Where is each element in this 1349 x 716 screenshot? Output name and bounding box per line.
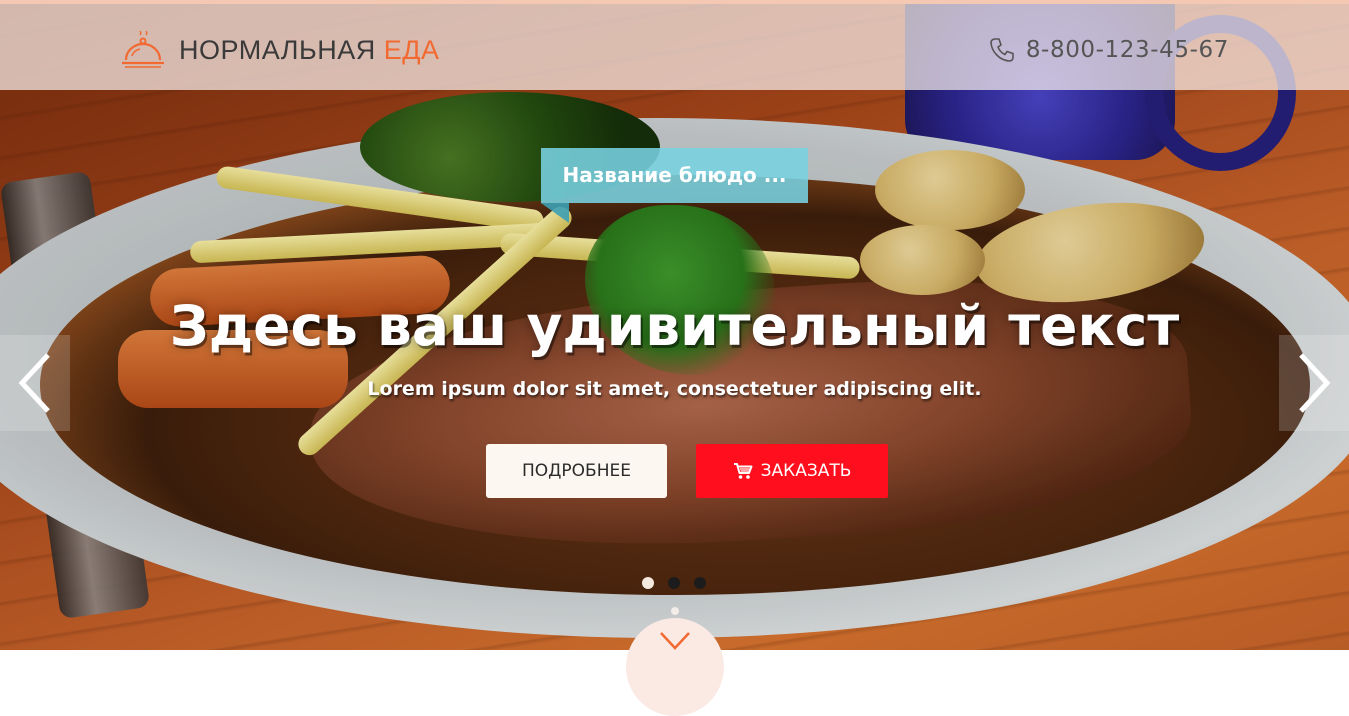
scroll-down-button[interactable] — [626, 618, 724, 716]
chevron-left-icon — [18, 353, 50, 413]
logo-text: НОРМАЛЬНАЯ ЕДА — [179, 30, 440, 70]
carousel-dot-1[interactable] — [642, 577, 654, 589]
cart-icon — [733, 463, 753, 479]
chevron-right-icon — [1299, 353, 1331, 413]
dish-name-label: Название блюдо ... — [541, 148, 808, 223]
header-phone[interactable]: 8-800-123-45-67 — [988, 30, 1229, 70]
carousel-indicators — [642, 577, 706, 589]
site-logo[interactable]: НОРМАЛЬНАЯ ЕДА — [120, 28, 440, 72]
logo-text-main: НОРМАЛЬНАЯ — [179, 35, 376, 65]
hero-subheadline: Lorem ipsum dolor sit amet, consectetuer… — [367, 378, 982, 400]
dish-name-text: Название блюдо ... — [562, 163, 787, 187]
site-header: НОРМАЛЬНАЯ ЕДА 8-800-123-45-67 — [0, 0, 1349, 90]
carousel-dot-3[interactable] — [694, 577, 706, 589]
cloche-icon — [122, 30, 164, 68]
chevron-down-icon — [660, 632, 690, 650]
order-button[interactable]: ЗАКАЗАТЬ — [696, 444, 888, 498]
phone-icon — [990, 38, 1014, 62]
phone-number: 8-800-123-45-67 — [1025, 37, 1229, 63]
scroll-indicator-dot — [671, 607, 679, 615]
more-info-button[interactable]: ПОДРОБНЕЕ — [486, 444, 667, 498]
logo-text-accent: ЕДА — [383, 35, 440, 65]
carousel-prev-button[interactable] — [0, 335, 70, 431]
carousel-dot-2[interactable] — [668, 577, 680, 589]
hero-headline: Здесь ваш удивительный текст — [169, 294, 1180, 358]
carousel-next-button[interactable] — [1279, 335, 1349, 431]
more-info-button-label: ПОДРОБНЕЕ — [521, 461, 631, 481]
label-ribbon-notch — [541, 203, 569, 223]
order-button-label: ЗАКАЗАТЬ — [760, 461, 852, 481]
